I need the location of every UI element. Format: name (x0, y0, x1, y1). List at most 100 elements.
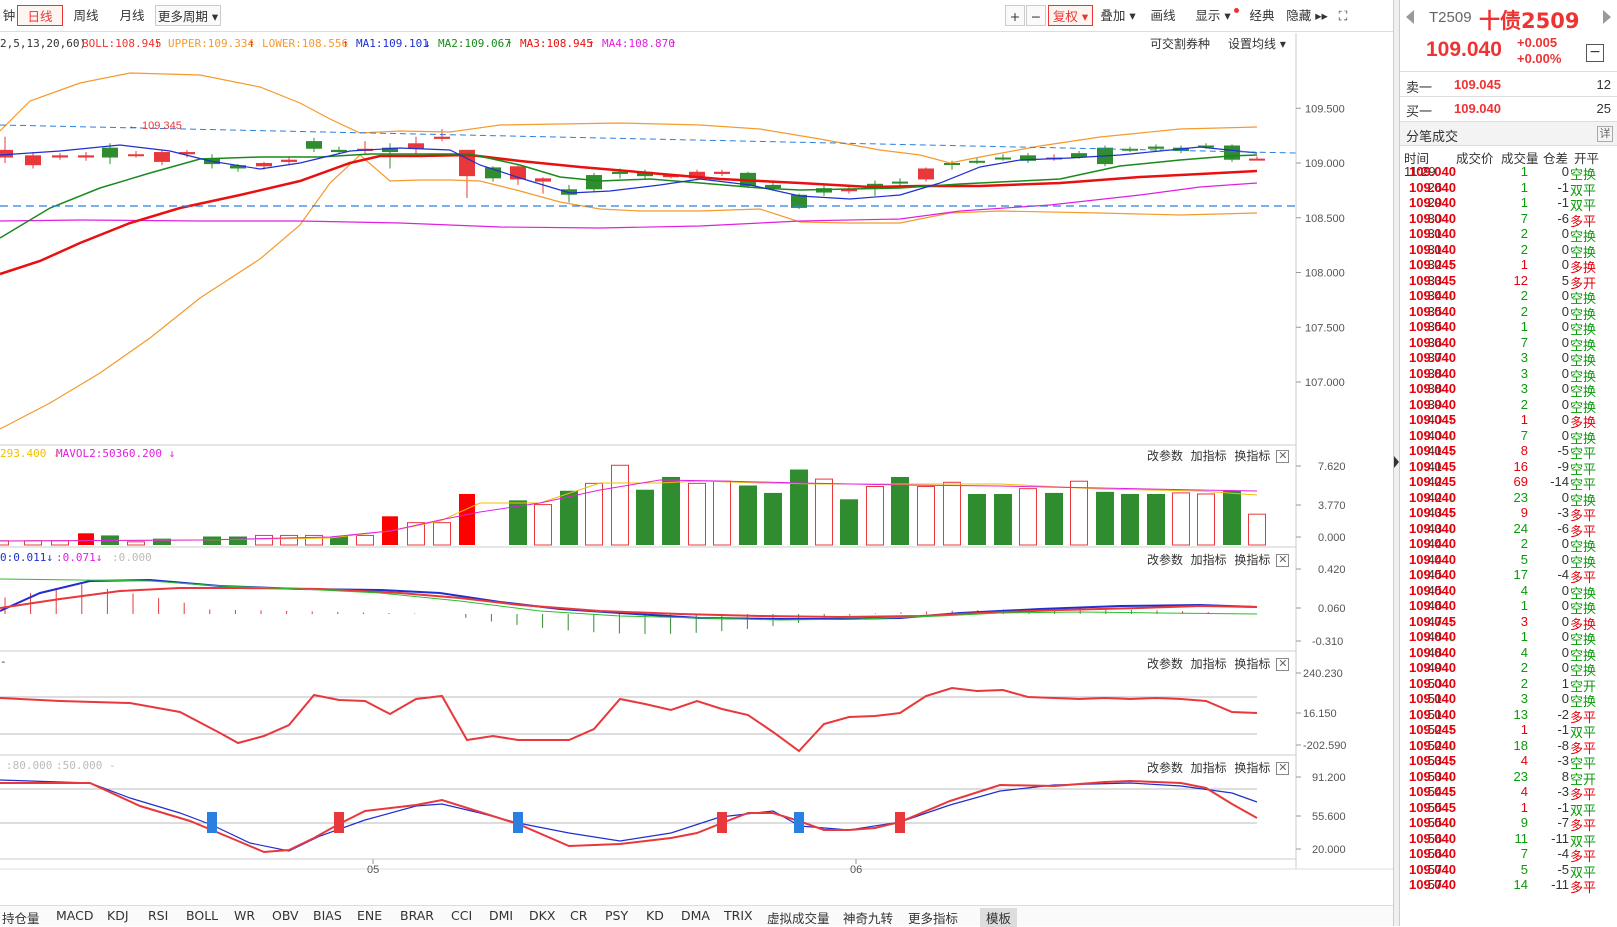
collapse-quote-button[interactable]: − (1586, 44, 1604, 62)
price-tick-label: 109.500 (1305, 103, 1345, 115)
trade-vol: 23 (1513, 768, 1528, 784)
overlay-dropdown[interactable]: 叠加 ▾ (1097, 5, 1139, 26)
period-monthly[interactable]: 月线 (112, 5, 152, 26)
add-indicator-button[interactable]: 加指标 (1191, 553, 1227, 567)
trade-price: 109.040 (1409, 846, 1456, 861)
trade-vol: 5 (1520, 551, 1528, 567)
indicator-tab[interactable]: 虚拟成交量 (767, 908, 830, 927)
indicator-tab[interactable]: CCI (451, 908, 472, 923)
trade-price: 109.045 (1409, 272, 1456, 288)
detail-button[interactable]: 详 (1597, 126, 1613, 142)
close-icon[interactable]: ✕ (1276, 450, 1290, 463)
indicator-tab[interactable]: BIAS (313, 908, 342, 923)
price-tick-label: 109.000 (1305, 158, 1345, 170)
more-periods-dropdown[interactable]: 更多周期 ▾ (155, 5, 221, 26)
trade-arrow: ↓ (1448, 737, 1455, 753)
indicator-tab[interactable]: DKX (529, 908, 555, 923)
quote-panel: T2509 十债2509 109.040 +0.005 +0.00% − 卖一 … (1400, 0, 1617, 926)
indicator-tab[interactable]: CR (570, 908, 587, 923)
switch-indicator-button[interactable]: 换指标 (1234, 657, 1270, 671)
add-indicator-button[interactable]: 加指标 (1191, 657, 1227, 671)
zoom-in-button[interactable]: + (1005, 5, 1025, 26)
collapse-arrow-icon[interactable] (1394, 456, 1399, 468)
divider (1400, 71, 1617, 72)
high-dashed-line (0, 124, 1297, 154)
add-indicator-button[interactable]: 加指标 (1191, 761, 1227, 775)
panel-splitter[interactable] (1393, 0, 1400, 926)
change-params-button[interactable]: 改参数 (1147, 657, 1183, 671)
zoom-out-button[interactable]: − (1026, 5, 1046, 26)
close-icon[interactable]: ✕ (1276, 762, 1290, 775)
indicator-tab[interactable]: KD (646, 908, 664, 923)
trade-row: :40 109.040 ↓ 7 0 空换 (1400, 428, 1617, 446)
trade-vol: 16 (1513, 458, 1528, 474)
volume-bar (229, 536, 247, 545)
indicator-tab[interactable]: BOLL (186, 908, 218, 923)
period-weekly[interactable]: 周线 (66, 5, 106, 26)
indicator-tab[interactable]: PSY (605, 908, 628, 923)
change-params-button[interactable]: 改参数 (1147, 449, 1183, 463)
trade-vol: 9 (1520, 505, 1528, 520)
indicator-tab[interactable]: TRIX (724, 908, 753, 923)
draw-line-button[interactable]: 画线 (1143, 5, 1183, 26)
indicator-tab[interactable]: RSI (148, 908, 168, 923)
close-icon[interactable]: ✕ (1276, 554, 1290, 567)
indicator-tab[interactable]: 持仓量 (2, 908, 40, 927)
trade-oi: -11 (1551, 877, 1569, 892)
prev-contract-icon[interactable] (1406, 10, 1414, 24)
trade-vol: 1 (1520, 412, 1528, 427)
switch-indicator-button[interactable]: 换指标 (1234, 449, 1270, 463)
trade-oi: -4 (1557, 567, 1569, 582)
indicator-tab[interactable]: WR (234, 908, 255, 923)
indicator-tab[interactable]: KDJ (107, 908, 129, 923)
kd-signal-marker (207, 812, 217, 833)
period-daily[interactable]: 日线 (17, 5, 63, 26)
price-tick-label: 108.000 (1305, 268, 1345, 280)
trade-oi: 0 (1561, 303, 1569, 319)
indicator-tab[interactable]: 模板 (980, 908, 1018, 927)
trade-price: 109.040 (1409, 396, 1456, 412)
indicator-tab[interactable]: 神奇九转 (843, 908, 893, 927)
trade-row: :56 109.040 7 -4 多平 (1400, 846, 1617, 864)
period-minute[interactable]: 钟 (0, 5, 18, 26)
trade-oi: -6 (1557, 210, 1569, 226)
trade-vol: 4 (1520, 784, 1528, 799)
trade-price: 109.045 (1409, 458, 1456, 474)
hide-button[interactable]: 隐藏 ▸▸ (1284, 5, 1330, 26)
display-dropdown[interactable]: 显示 ▾ (1187, 5, 1239, 26)
switch-indicator-button[interactable]: 换指标 (1234, 553, 1270, 567)
classic-button[interactable]: 经典 (1243, 5, 1281, 26)
add-indicator-button[interactable]: 加指标 (1191, 449, 1227, 463)
indicator-tab[interactable]: BRAR (400, 908, 434, 923)
volume-bar (459, 493, 475, 545)
macd-panel (0, 578, 1258, 634)
close-icon[interactable]: ✕ (1276, 658, 1290, 671)
indicator-tab[interactable]: OBV (272, 908, 299, 923)
indicator-tab[interactable]: ENE (357, 908, 382, 923)
trade-price: 109.040 (1409, 567, 1456, 582)
trade-oi: 1 (1561, 675, 1569, 691)
volume-bar (968, 493, 986, 545)
next-contract-icon[interactable] (1603, 10, 1611, 24)
trade-vol: 3 (1520, 381, 1528, 396)
volume-panel (0, 464, 1266, 546)
indicator-tab[interactable]: DMI (489, 908, 513, 923)
adjust-dropdown[interactable]: 复权 ▾ (1048, 5, 1093, 26)
contract-code: T2509 (1429, 9, 1472, 26)
indicator-tab[interactable]: 更多指标 (908, 908, 958, 927)
trade-price: 109.040 (1409, 551, 1456, 567)
fullscreen-icon[interactable]: ⛶ (1333, 5, 1353, 26)
change-params-button[interactable]: 改参数 (1147, 553, 1183, 567)
trade-oi: 0 (1561, 396, 1569, 412)
switch-indicator-button[interactable]: 换指标 (1234, 761, 1270, 775)
trade-oi: 8 (1561, 768, 1569, 784)
kd-k-line (0, 779, 1258, 852)
trade-price: 109.040 (1409, 598, 1456, 613)
trade-oi: 0 (1561, 288, 1569, 303)
volume-bar (24, 540, 42, 546)
change-params-button[interactable]: 改参数 (1147, 761, 1183, 775)
indicator-tab[interactable]: MACD (56, 908, 93, 923)
indicator-tab[interactable]: DMA (681, 908, 710, 923)
volume-bar (1223, 490, 1241, 545)
trade-price: 109.040 (1409, 303, 1456, 319)
